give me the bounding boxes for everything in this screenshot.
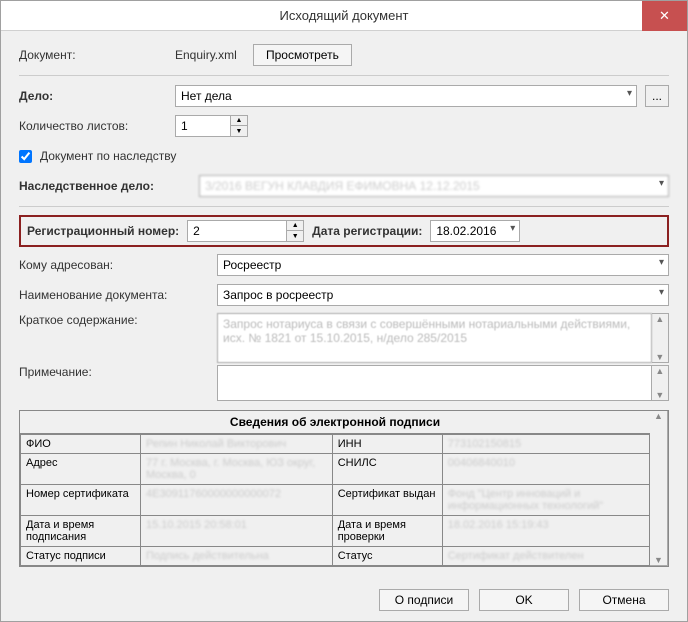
case-browse-button[interactable]: ... (645, 85, 669, 107)
note-textarea[interactable] (217, 365, 652, 401)
addressee-row: Кому адресован: Росреестр (19, 253, 669, 277)
spinner-down-icon[interactable]: ▼ (231, 126, 247, 136)
registration-highlight: Регистрационный номер: ▲▼ Дата регистрац… (19, 215, 669, 247)
reg-num-label: Регистрационный номер: (27, 224, 179, 238)
summary-row: Краткое содержание: Запрос нотариуса в с… (19, 313, 669, 355)
document-row: Документ: Enquiry.xml Просмотреть (19, 43, 669, 67)
case-row: Дело: Нет дела ... (19, 84, 669, 108)
docname-select[interactable]: Запрос в росреестр (217, 284, 669, 306)
about-signature-button[interactable]: О подписи (379, 589, 469, 611)
table-row: Дата и время подписания15.10.2015 20:58:… (21, 516, 650, 547)
sheets-spinner[interactable]: ▲▼ (175, 115, 248, 137)
window-title: Исходящий документ (280, 8, 409, 23)
sig-label: Дата и время подписания (21, 516, 141, 547)
document-filename: Enquiry.xml (175, 48, 245, 62)
signature-title: Сведения об электронной подписи (20, 411, 650, 434)
scrollbar[interactable]: ▲▼ (652, 365, 669, 401)
sheets-input[interactable] (175, 115, 231, 137)
sig-value: 77 г. Москва, г. Москва, ЮЗ округ, Москв… (141, 454, 333, 485)
table-row: Адрес77 г. Москва, г. Москва, ЮЗ округ, … (21, 454, 650, 485)
sig-label: СНИЛС (332, 454, 442, 485)
inherit-case-label: Наследственное дело: (19, 179, 191, 193)
inherit-case-row: Наследственное дело: 3/2016 ВЕГУН КЛАВДИ… (19, 174, 669, 198)
sig-value: 773102150815 (442, 435, 649, 454)
spinner-up-icon[interactable]: ▲ (287, 221, 303, 231)
docname-label: Наименование документа: (19, 288, 209, 302)
divider (19, 206, 669, 207)
addressee-select[interactable]: Росреестр (217, 254, 669, 276)
sig-value: 4E30911760000000000072 (141, 485, 333, 516)
note-label: Примечание: (19, 365, 209, 379)
scrollbar[interactable]: ▲▼ (650, 411, 668, 566)
sig-value: 00406840010 (442, 454, 649, 485)
cancel-button[interactable]: Отмена (579, 589, 669, 611)
sheets-label: Количество листов: (19, 119, 167, 133)
sig-label: ФИО (21, 435, 141, 454)
reg-num-spinner[interactable]: ▲▼ (187, 220, 304, 242)
table-row: Статус подписиПодпись действительнаСтату… (21, 547, 650, 566)
sig-label: Статус (332, 547, 442, 566)
summary-label: Краткое содержание: (19, 313, 209, 327)
close-button[interactable]: ✕ (642, 1, 687, 31)
sig-value: 18.02.2016 15:19:43 (442, 516, 649, 547)
summary-textarea[interactable]: Запрос нотариуса в связи с совершёнными … (217, 313, 652, 363)
case-select[interactable]: Нет дела (175, 85, 637, 107)
reg-date-input[interactable] (430, 220, 520, 242)
ok-button[interactable]: OK (479, 589, 569, 611)
document-label: Документ: (19, 48, 167, 62)
note-row: Примечание: ▲▼ (19, 365, 669, 396)
inherit-label: Документ по наследству (40, 149, 176, 163)
sig-label: Статус подписи (21, 547, 141, 566)
signature-table: ФИОРепин Николай ВикторовичИНН7731021508… (20, 434, 650, 566)
footer: О подписи OK Отмена (1, 579, 687, 621)
reg-date-label: Дата регистрации: (312, 224, 422, 238)
sig-label: Сертификат выдан (332, 485, 442, 516)
inherit-row: Документ по наследству (19, 144, 669, 168)
sig-label: Адрес (21, 454, 141, 485)
spinner-down-icon[interactable]: ▼ (287, 231, 303, 241)
sig-value: Подпись действительна (141, 547, 333, 566)
signature-section: Сведения об электронной подписи ФИОРепин… (19, 410, 669, 567)
spinner-up-icon[interactable]: ▲ (231, 116, 247, 126)
sig-value: Репин Николай Викторович (141, 435, 333, 454)
sig-value: Сертификат действителен (442, 547, 649, 566)
sig-label: Дата и время проверки (332, 516, 442, 547)
case-label: Дело: (19, 89, 167, 103)
sig-value: 15.10.2015 20:58:01 (141, 516, 333, 547)
inherit-case-select[interactable]: 3/2016 ВЕГУН КЛАВДИЯ ЕФИМОВНА 12.12.2015 (199, 175, 669, 197)
divider (19, 75, 669, 76)
addressee-label: Кому адресован: (19, 258, 209, 272)
sig-label: ИНН (332, 435, 442, 454)
reg-num-input[interactable] (187, 220, 287, 242)
table-row: Номер сертификата4E30911760000000000072С… (21, 485, 650, 516)
content-area: Документ: Enquiry.xml Просмотреть Дело: … (1, 31, 687, 579)
sig-label: Номер сертификата (21, 485, 141, 516)
table-row: ФИОРепин Николай ВикторовичИНН7731021508… (21, 435, 650, 454)
sheets-row: Количество листов: ▲▼ (19, 114, 669, 138)
docname-row: Наименование документа: Запрос в росреес… (19, 283, 669, 307)
dialog-window: Исходящий документ ✕ Документ: Enquiry.x… (0, 0, 688, 622)
inherit-checkbox[interactable] (19, 150, 32, 163)
sig-value: Фонд "Центр инноваций и информационных т… (442, 485, 649, 516)
titlebar: Исходящий документ ✕ (1, 1, 687, 31)
scrollbar[interactable]: ▲▼ (652, 313, 669, 363)
view-button[interactable]: Просмотреть (253, 44, 352, 66)
